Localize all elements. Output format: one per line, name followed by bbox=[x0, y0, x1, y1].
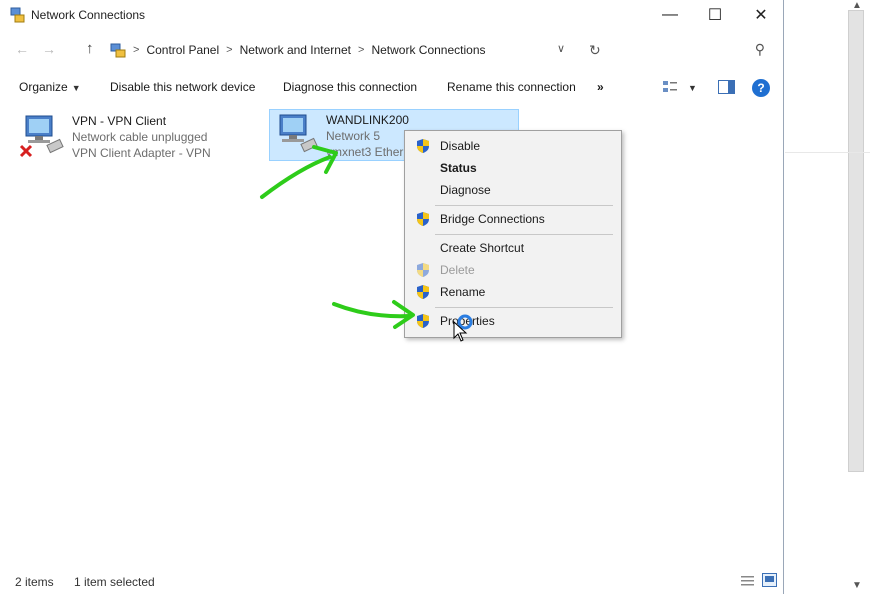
connection-name: VPN - VPN Client bbox=[72, 114, 167, 128]
maximize-button[interactable]: ☐ bbox=[692, 0, 738, 30]
explorer-window: Network Connections — ☐ ✕ ← → ↑ > Contro… bbox=[0, 0, 784, 594]
rename-connection-button[interactable]: Rename this connection bbox=[447, 80, 576, 94]
network-connections-icon bbox=[10, 7, 25, 23]
menu-item-status[interactable]: Status bbox=[405, 157, 621, 179]
disconnected-x-icon bbox=[19, 144, 33, 158]
menu-item-rename[interactable]: Rename bbox=[405, 281, 621, 303]
menu-separator bbox=[435, 234, 613, 235]
connection-status: Network cable unplugged bbox=[72, 130, 208, 144]
address-dropdown-icon[interactable]: ∨ bbox=[557, 42, 565, 55]
network-adapter-icon bbox=[279, 114, 318, 153]
scroll-up-arrow-icon[interactable]: ▲ bbox=[852, 0, 862, 11]
diagnose-connection-button[interactable]: Diagnose this connection bbox=[283, 80, 417, 94]
breadcrumb-separator[interactable]: > bbox=[226, 44, 232, 56]
breadcrumb-network-and-internet[interactable]: Network and Internet bbox=[240, 43, 351, 57]
connection-status: Network 5 bbox=[326, 129, 381, 143]
menu-item-label: Status bbox=[440, 161, 477, 175]
back-arrow-icon[interactable]: ← bbox=[15, 41, 29, 57]
menu-item-create-shortcut[interactable]: Create Shortcut bbox=[405, 237, 621, 259]
menu-item-label: Rename bbox=[440, 285, 486, 299]
menu-item-label: Disable bbox=[440, 139, 481, 153]
context-menu: Disable Status Diagnose Bridge Connectio… bbox=[404, 130, 622, 338]
more-commands-button[interactable]: » bbox=[597, 80, 604, 94]
item-count: 2 items bbox=[15, 575, 54, 589]
uac-shield-icon bbox=[417, 212, 429, 226]
view-dropdown-icon[interactable]: ▼ bbox=[688, 83, 697, 93]
menu-item-properties[interactable]: Properties bbox=[405, 310, 621, 332]
menu-item-disable[interactable]: Disable bbox=[405, 135, 621, 157]
uac-shield-icon bbox=[417, 139, 429, 153]
menu-item-delete: Delete bbox=[405, 259, 621, 281]
search-icon: ⚲ bbox=[754, 41, 765, 57]
connection-adapter: VPN Client Adapter - VPN bbox=[72, 146, 211, 160]
preview-pane-icon[interactable] bbox=[718, 80, 735, 94]
connection-item-vpn[interactable]: VPN - VPN Client Network cable unplugged… bbox=[16, 111, 246, 161]
disable-device-button[interactable]: Disable this network device bbox=[110, 80, 255, 94]
organize-label: Organize bbox=[19, 80, 68, 94]
status-bar: 2 items 1 item selected bbox=[0, 570, 784, 592]
menu-item-label: Create Shortcut bbox=[440, 241, 525, 255]
menu-item-label: Bridge Connections bbox=[440, 212, 545, 226]
connection-name: WANDLINK200 bbox=[326, 113, 409, 127]
uac-shield-icon bbox=[417, 314, 429, 328]
breadcrumb-network-connections[interactable]: Network Connections bbox=[371, 43, 485, 57]
organize-button[interactable]: Organize ▼ bbox=[19, 80, 81, 94]
control-panel-icon bbox=[110, 43, 126, 58]
uac-shield-icon bbox=[417, 263, 429, 277]
uac-shield-icon bbox=[417, 285, 429, 299]
refresh-icon[interactable]: ↻ bbox=[589, 42, 601, 59]
up-arrow-icon[interactable]: ↑ bbox=[86, 40, 94, 57]
menu-item-label: Delete bbox=[440, 263, 475, 277]
scroll-down-arrow-icon[interactable]: ▼ bbox=[852, 580, 862, 591]
window-title: Network Connections bbox=[31, 8, 146, 22]
details-view-icon[interactable] bbox=[740, 574, 755, 587]
search-box[interactable]: ⚲ bbox=[625, 38, 773, 62]
breadcrumb-separator: > bbox=[133, 44, 140, 56]
menu-separator bbox=[435, 205, 613, 206]
address-bar[interactable]: > Control Panel > Network and Internet >… bbox=[106, 38, 581, 62]
menu-separator bbox=[435, 307, 613, 308]
minimize-button[interactable]: — bbox=[647, 0, 693, 30]
close-button[interactable]: ✕ bbox=[738, 0, 784, 30]
menu-item-label: Diagnose bbox=[440, 183, 491, 197]
forward-arrow-icon[interactable]: → bbox=[42, 41, 56, 57]
background-divider bbox=[785, 152, 870, 153]
chevron-down-icon: ▼ bbox=[71, 83, 81, 93]
change-view-icon[interactable] bbox=[662, 80, 678, 94]
title-bar: Network Connections — ☐ ✕ bbox=[0, 0, 784, 32]
large-icons-view-icon[interactable] bbox=[762, 573, 777, 587]
menu-item-label: Properties bbox=[440, 314, 495, 328]
menu-item-bridge-connections[interactable]: Bridge Connections bbox=[405, 208, 621, 230]
breadcrumb-control-panel[interactable]: Control Panel bbox=[146, 43, 219, 57]
help-icon[interactable]: ? bbox=[752, 79, 770, 97]
selection-count: 1 item selected bbox=[74, 575, 155, 589]
breadcrumb-separator[interactable]: > bbox=[358, 44, 364, 56]
background-scrollbar[interactable] bbox=[848, 10, 864, 472]
menu-item-diagnose[interactable]: Diagnose bbox=[405, 179, 621, 201]
